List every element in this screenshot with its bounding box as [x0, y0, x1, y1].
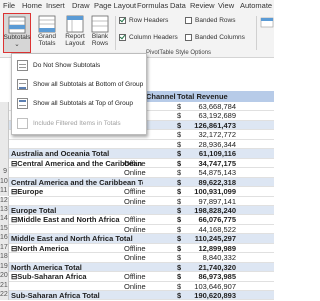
row-number[interactable]	[0, 158, 9, 169]
menu-automate[interactable]: Automate	[240, 1, 272, 10]
style-options-group-label: PivotTable Style Options	[146, 50, 212, 56]
row-label-cell[interactable]: Sub-Saharan Africa Total	[11, 290, 100, 301]
row-number[interactable]: 19	[0, 262, 9, 273]
menu-bar: File Home Insert Draw Page Layout Formul…	[0, 0, 274, 12]
row-number[interactable]	[0, 120, 9, 131]
include-filtered-items-item[interactable]: Include Filtered Items in Totals	[12, 114, 146, 132]
row-number[interactable]: 15	[0, 224, 9, 235]
filtered-items-icon	[17, 117, 28, 129]
grand-totals-label: Grand Totals	[37, 33, 57, 47]
channel-cell[interactable]: Online	[124, 196, 146, 207]
row-number[interactable]: 16	[0, 234, 9, 244]
row-number[interactable]	[0, 149, 9, 159]
row-label-cell[interactable]: ⊟Middle East and North Africa	[11, 214, 120, 225]
row-number[interactable]	[0, 130, 9, 140]
checkbox-checked-icon	[119, 17, 126, 24]
currency-symbol: $	[177, 291, 182, 300]
row-number[interactable]: 18	[0, 253, 9, 263]
report-layout-label: Report Layout	[65, 33, 85, 47]
subtotals-dropdown: Do Not Show Subtotals Show all Subtotals…	[11, 53, 147, 135]
row-number[interactable]: 21	[0, 281, 9, 291]
row-number[interactable]	[0, 111, 9, 121]
subtotals-button[interactable]: Subtotals ⌄	[3, 13, 31, 53]
style-gallery-icon[interactable]	[260, 16, 274, 50]
banded-columns-checkbox[interactable]: Banded Columns	[185, 34, 245, 41]
subtotals-bottom-item[interactable]: Show all Subtotals at Bottom of Group	[12, 75, 146, 93]
subtotals-icon	[6, 16, 28, 34]
menu-home[interactable]: Home	[22, 1, 42, 10]
channel-cell[interactable]: Online	[124, 281, 146, 292]
row-number[interactable]: 14	[0, 215, 9, 225]
subtotals-top-item[interactable]: Show all Subtotals at Top of Group	[12, 94, 146, 112]
row-label-cell[interactable]: ⊟North America	[11, 243, 69, 254]
row-number[interactable]: 13	[0, 205, 9, 216]
checkbox-unchecked-icon	[185, 17, 192, 24]
no-subtotals-icon	[17, 59, 28, 71]
do-not-show-subtotals-item[interactable]: Do Not Show Subtotals	[12, 56, 146, 74]
grand-totals-icon	[36, 15, 58, 33]
row-number[interactable]: 22	[0, 291, 9, 301]
menu-view[interactable]: View	[218, 1, 234, 10]
banded-rows-checkbox[interactable]: Banded Rows	[185, 17, 235, 24]
header-channel: Channel	[146, 92, 176, 101]
ribbon-divider	[115, 16, 116, 50]
report-layout-icon	[64, 15, 86, 33]
menu-draw[interactable]: Draw	[72, 1, 90, 10]
row-number[interactable]: 11	[0, 187, 9, 197]
ribbon: Subtotals ⌄ Grand Totals Report Layout B…	[0, 12, 274, 58]
menu-insert[interactable]: Insert	[46, 1, 65, 10]
row-label-cell[interactable]: ⊟Central America and the Caribbean	[11, 158, 142, 169]
row-number[interactable]: 12	[0, 196, 9, 206]
blank-rows-label: Blank Rows	[91, 33, 109, 47]
row-number[interactable]: 9	[0, 168, 9, 178]
checkbox-unchecked-icon	[185, 34, 192, 41]
row-number[interactable]	[0, 102, 9, 112]
subtotals-top-icon	[17, 97, 28, 109]
report-layout-button[interactable]: Report Layout	[63, 13, 87, 53]
checkbox-checked-icon	[119, 34, 126, 41]
row-headers-checkbox[interactable]: Row Headers	[119, 17, 168, 24]
menu-review[interactable]: Review	[190, 1, 215, 10]
row-label-cell[interactable]: ⊟Europe	[11, 186, 43, 197]
column-headers-checkbox[interactable]: Column Headers	[119, 34, 178, 41]
grand-totals-button[interactable]: Grand Totals	[34, 13, 60, 53]
blank-rows-icon	[89, 15, 111, 33]
channel-cell[interactable]: Online	[124, 252, 146, 263]
menu-formulas[interactable]: Formulas	[137, 1, 168, 10]
chevron-down-icon: ⌄	[14, 41, 20, 48]
row-number[interactable]: 10	[0, 177, 9, 188]
menu-file[interactable]: File	[3, 1, 15, 10]
row-number[interactable]	[0, 139, 9, 150]
blank-rows-button[interactable]: Blank Rows	[89, 13, 111, 53]
subtotals-bottom-icon	[17, 78, 28, 90]
menu-data[interactable]: Data	[170, 1, 186, 10]
subtotals-label: Subtotals	[3, 34, 31, 41]
row-label-cell[interactable]: ⊟Sub-Saharan Africa	[11, 271, 87, 282]
row-number[interactable]: 17	[0, 243, 9, 254]
menu-page-layout[interactable]: Page Layout	[94, 1, 136, 10]
ribbon-divider	[256, 16, 257, 50]
row-number[interactable]: 20	[0, 272, 9, 282]
revenue-cell[interactable]: 190,620,893	[186, 290, 236, 301]
